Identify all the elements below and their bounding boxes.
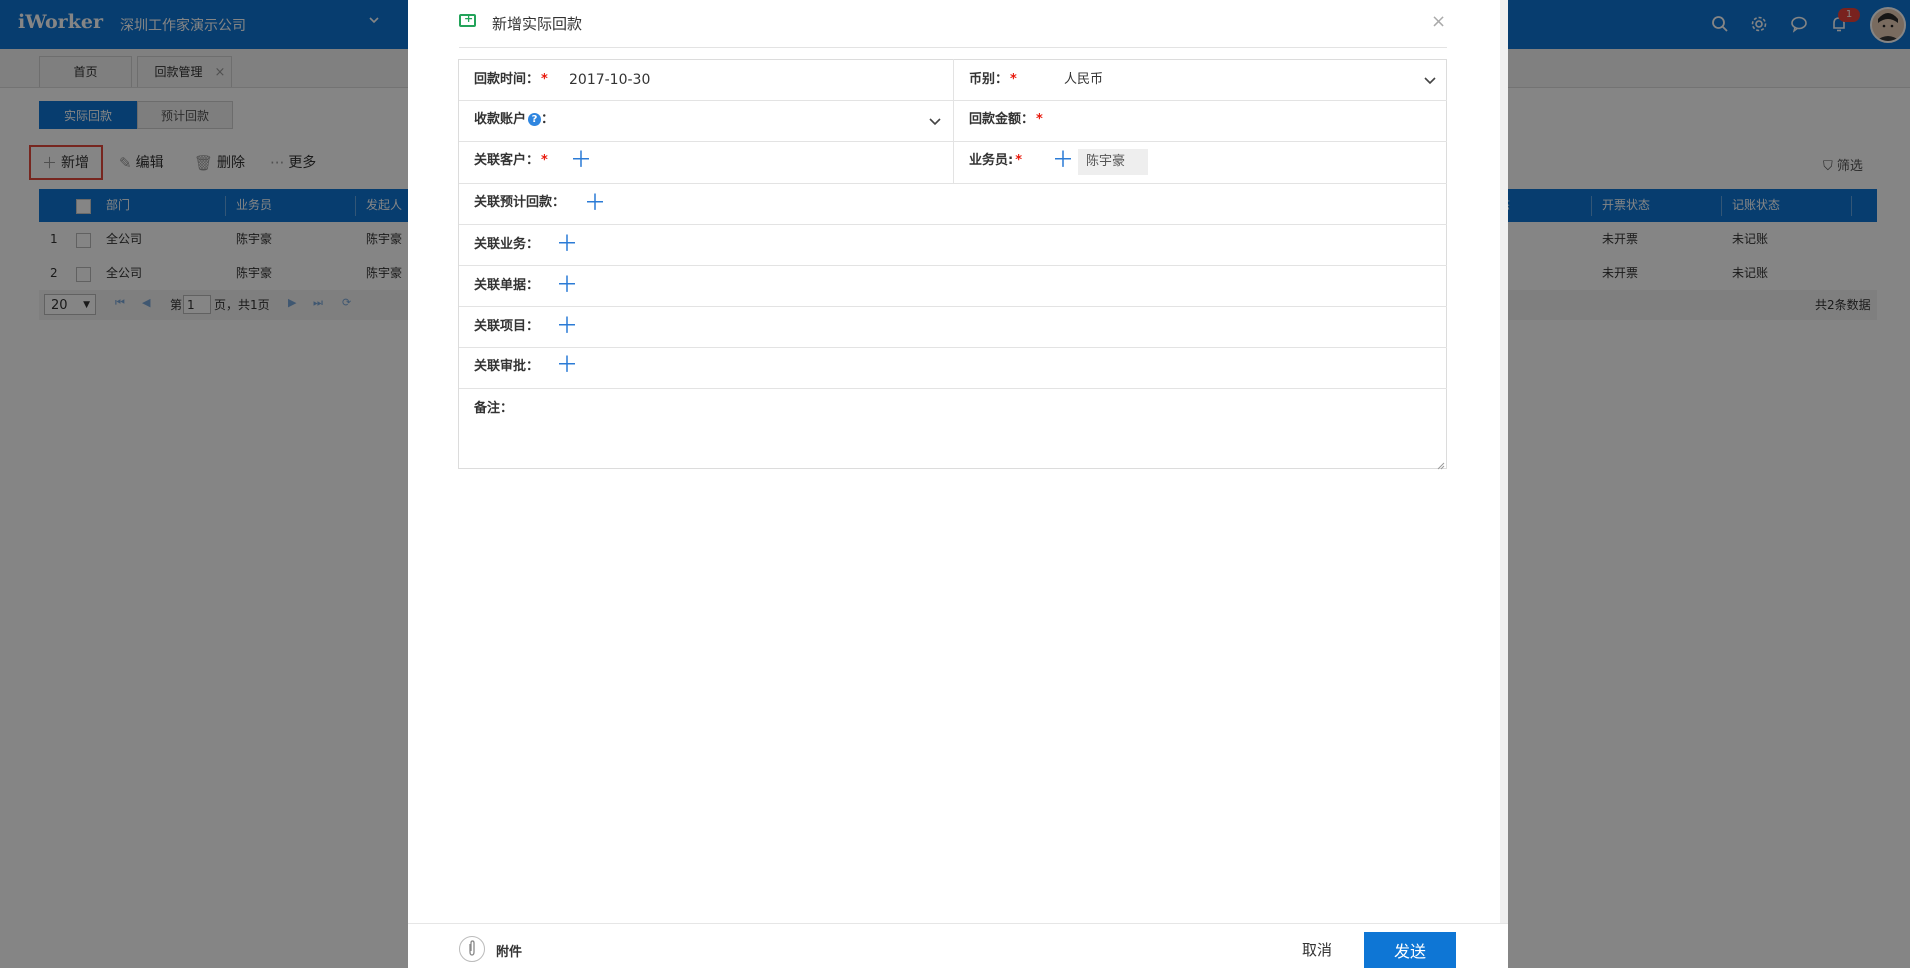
attachment-label[interactable]: 附件 <box>496 941 522 960</box>
salesperson-label-text: 业务员: <box>969 153 1014 168</box>
add-business-plus-icon[interactable]: ＋ <box>556 234 578 256</box>
required-mark: * <box>1015 153 1023 168</box>
related-expected-payment-label: 关联预计回款： <box>474 195 566 210</box>
required-mark: * <box>541 72 548 87</box>
related-customer-label: 关联客户： * <box>474 151 548 171</box>
related-business-label: 关联业务： <box>474 237 540 252</box>
required-mark: * <box>1036 112 1043 127</box>
modal-scrollbar[interactable] <box>1500 0 1508 923</box>
remark-textarea[interactable] <box>540 390 1445 467</box>
modal-title-divider <box>459 47 1447 48</box>
remark-label: 备注： <box>474 401 514 416</box>
form-row-divider <box>459 265 1447 266</box>
add-customer-plus-icon[interactable]: ＋ <box>570 150 592 172</box>
related-project-label: 关联项目： <box>474 319 540 334</box>
cancel-button[interactable]: 取消 <box>1302 939 1332 960</box>
payment-amount-label-text: 回款金额： <box>969 112 1035 127</box>
close-icon[interactable]: × <box>1431 11 1446 32</box>
currency-select[interactable]: 人民币 <box>1064 70 1103 90</box>
receiving-account-label: 收款账户?： <box>474 110 554 130</box>
salesperson-chip[interactable]: 陈宇豪 <box>1078 149 1148 175</box>
modal-title: 新增实际回款 <box>492 15 583 33</box>
resize-handle-icon[interactable] <box>1437 459 1445 470</box>
paperclip-icon[interactable] <box>459 936 485 962</box>
payment-time-label: 回款时间： * <box>474 70 548 90</box>
receiving-account-colon: ： <box>541 112 555 127</box>
related-document-label: 关联单据： <box>474 278 540 293</box>
salesperson-label: 业务员: * <box>969 151 1022 171</box>
payment-amount-label: 回款金额： * <box>969 110 1043 130</box>
chevron-down-icon[interactable] <box>928 114 942 128</box>
currency-label-text: 币别： <box>969 72 1009 87</box>
add-payment-icon <box>459 12 476 27</box>
help-icon[interactable]: ? <box>528 113 542 126</box>
payment-time-input[interactable]: 2017-10-30 <box>569 70 650 90</box>
add-expected-payment-plus-icon[interactable]: ＋ <box>584 193 606 215</box>
required-mark: * <box>1010 72 1017 87</box>
form-row-divider <box>459 306 1447 307</box>
form-column-divider <box>953 59 954 183</box>
form-row-divider <box>459 388 1447 389</box>
currency-label: 币别： * <box>969 70 1017 90</box>
send-button[interactable]: 发送 <box>1364 932 1456 968</box>
add-project-plus-icon[interactable]: ＋ <box>556 316 578 338</box>
form-row-divider <box>459 183 1447 184</box>
modal-footer <box>408 923 1508 969</box>
required-mark: * <box>541 153 548 168</box>
add-salesperson-plus-icon[interactable]: ＋ <box>1052 150 1074 172</box>
form-row-divider <box>459 347 1447 348</box>
form-row-divider <box>459 224 1447 225</box>
related-customer-label-text: 关联客户： <box>474 153 540 168</box>
add-approval-plus-icon[interactable]: ＋ <box>556 355 578 377</box>
payment-time-label-text: 回款时间： <box>474 72 540 87</box>
receiving-account-label-text: 收款账户 <box>474 112 527 127</box>
add-document-plus-icon[interactable]: ＋ <box>556 275 578 297</box>
chevron-down-icon[interactable] <box>1423 73 1437 87</box>
related-approval-label: 关联审批： <box>474 359 540 374</box>
